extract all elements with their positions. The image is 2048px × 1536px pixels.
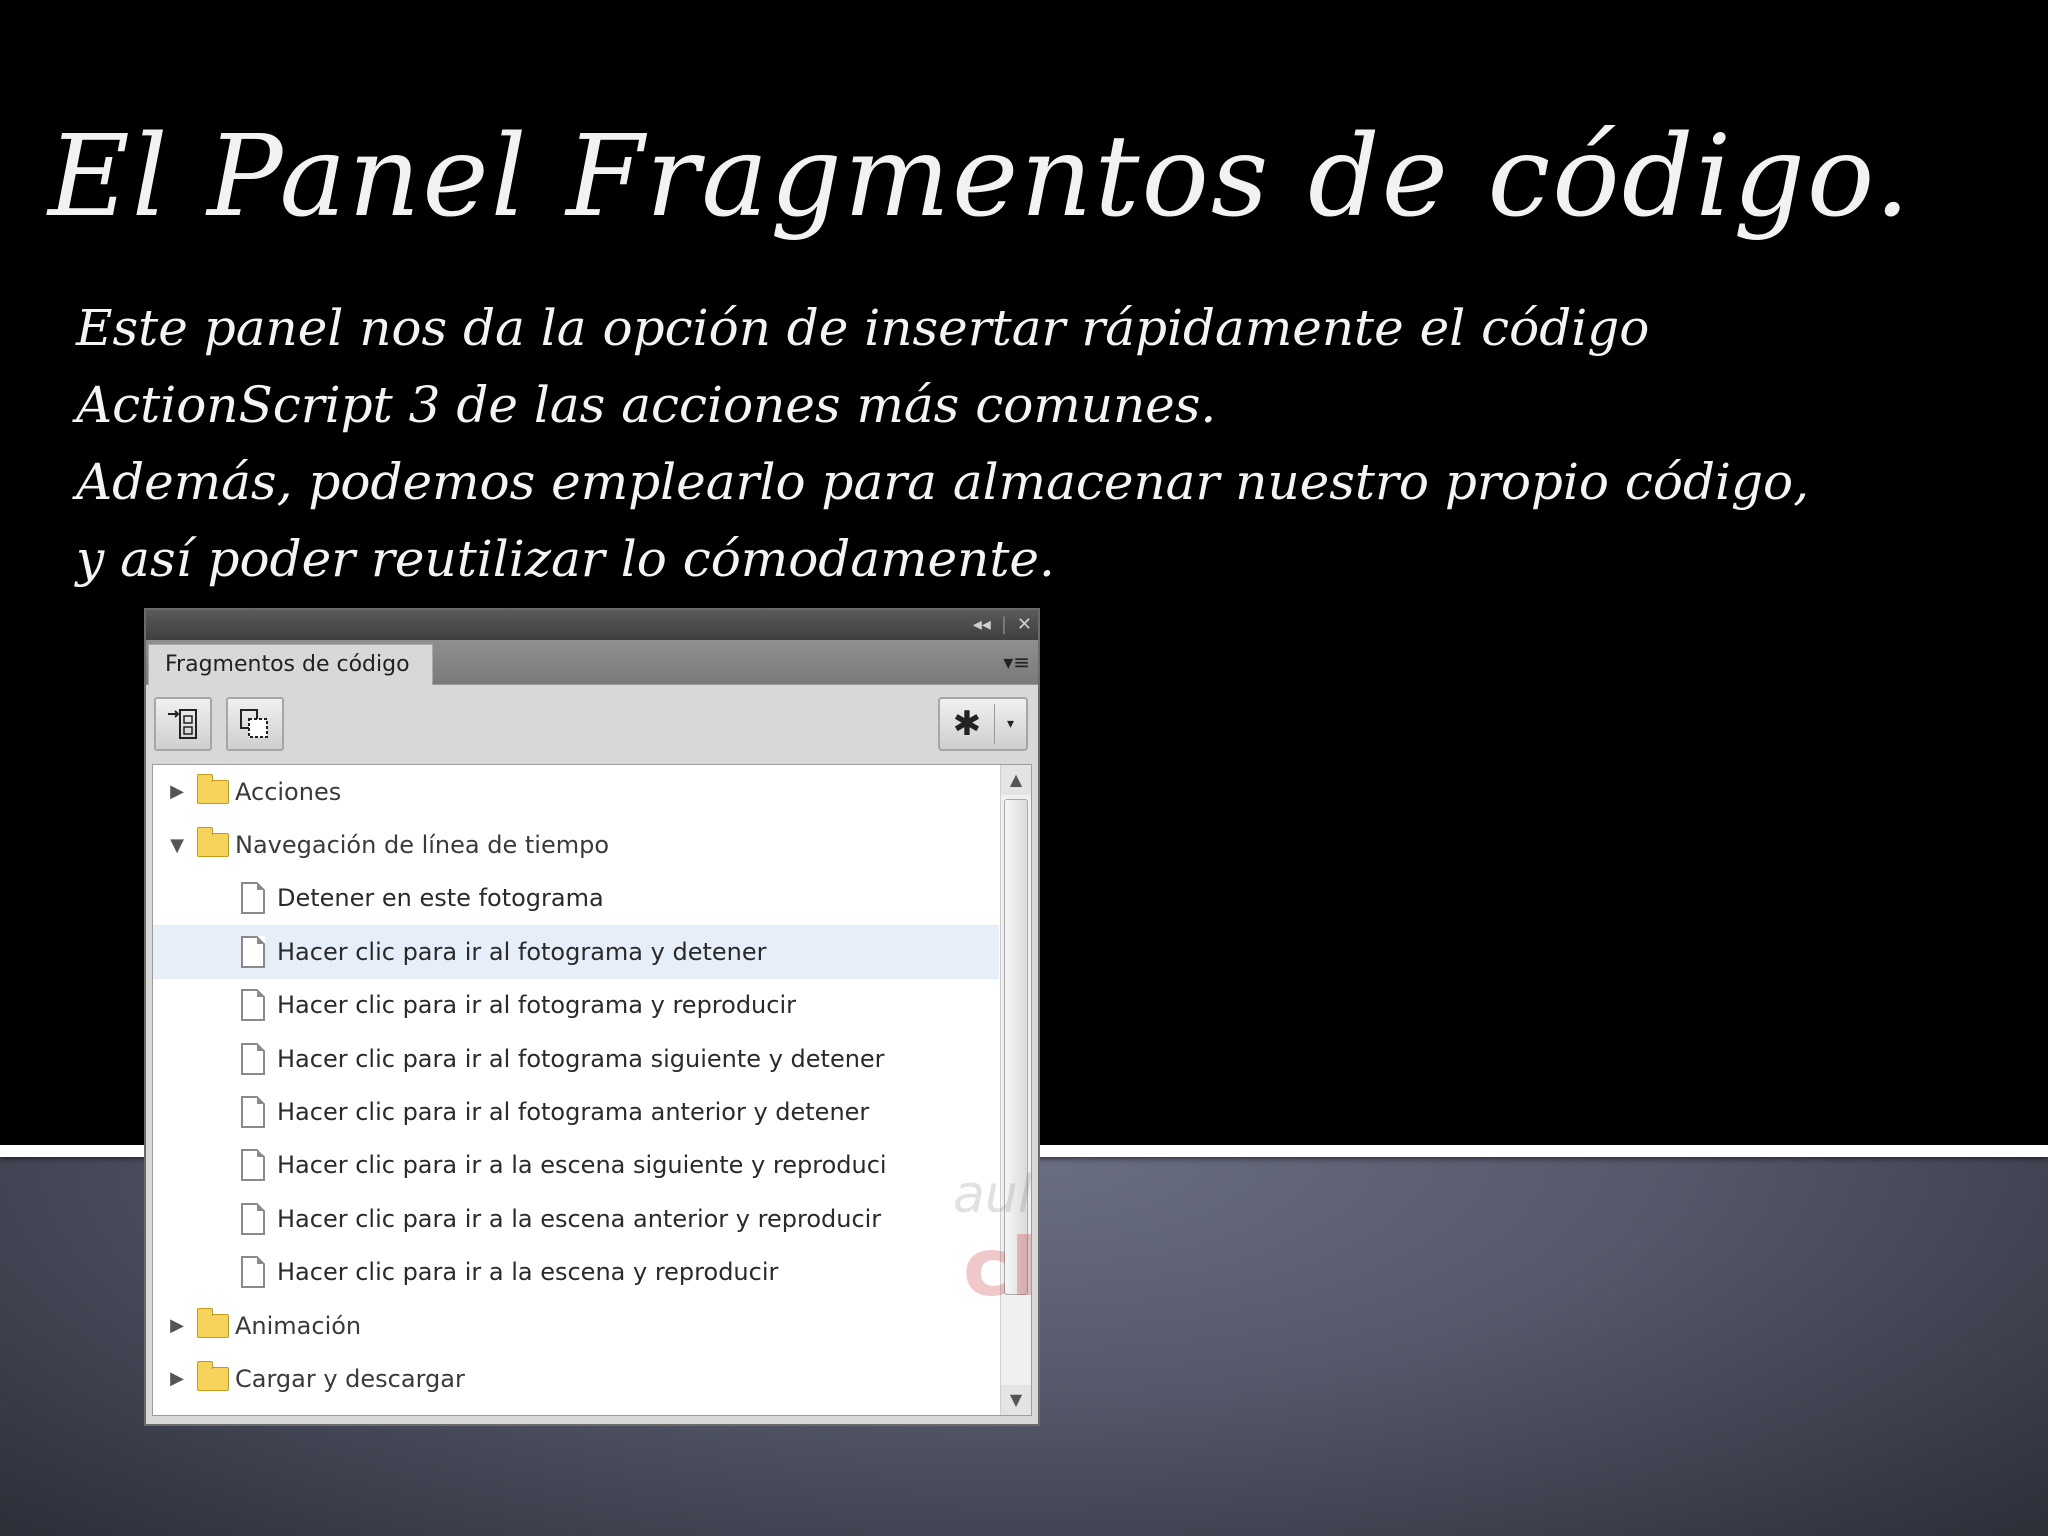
tab-code-snippets[interactable]: Fragmentos de código	[148, 644, 433, 685]
chevron-down-icon: ▾	[1007, 716, 1015, 732]
collapsed-arrow-icon[interactable]: ▶	[167, 781, 187, 802]
scroll-thumb[interactable]	[1004, 799, 1028, 1295]
tree-item-label: Navegación de línea de tiempo	[235, 831, 610, 860]
insert-snippet-icon	[168, 709, 197, 739]
document-icon	[241, 989, 265, 1022]
collapse-panel-icon[interactable]: ◂◂	[973, 614, 991, 635]
document-icon	[241, 1149, 265, 1182]
document-icon	[241, 882, 265, 915]
collapsed-arrow-icon[interactable]: ▶	[167, 1315, 187, 1336]
options-menu-button[interactable]: ✱ ▾	[938, 697, 1028, 751]
copy-to-clipboard-button[interactable]	[226, 697, 284, 751]
tree-item-label: Hacer clic para ir al fotograma siguient…	[277, 1044, 885, 1073]
tree-item-label: Hacer clic para ir al fotograma anterior…	[277, 1098, 870, 1127]
tree-item-label: Hacer clic para ir a la escena y reprodu…	[277, 1258, 779, 1287]
tree-item-label: Hacer clic para ir al fotograma y detene…	[277, 937, 767, 966]
folder-icon	[197, 773, 229, 804]
document-icon	[241, 1256, 265, 1289]
tree-folder-item[interactable]: ▼ Navegación de línea de tiempo	[153, 818, 999, 871]
panel-menu-icon[interactable]: ▾≡	[1003, 650, 1030, 674]
tree-snippet-item[interactable]: Hacer clic para ir al fotograma y detene…	[153, 925, 999, 979]
collapsed-arrow-icon[interactable]: ▶	[167, 1368, 187, 1389]
tree-item-label: Detener en este fotograma	[277, 884, 604, 913]
tree-item-label: Animación	[235, 1311, 362, 1340]
document-icon	[241, 935, 265, 968]
folder-icon	[197, 1307, 229, 1338]
snippet-tree-list: ▶ Acciones ▼ Navegación de línea de tiempo D…	[153, 765, 999, 1406]
slide-title: El Panel Fragmentos de código.	[48, 112, 1912, 242]
tree-snippet-item[interactable]: Detener en este fotograma	[153, 872, 999, 925]
tree-snippet-item[interactable]: Hacer clic para ir a la escena siguiente…	[153, 1139, 999, 1192]
tree-snippet-item[interactable]: Hacer clic para ir al fotograma y reprod…	[153, 979, 999, 1032]
tree-item-label: Acciones	[235, 777, 342, 806]
tree-snippet-item[interactable]: Hacer clic para ir a la escena anterior …	[153, 1192, 999, 1245]
panel-tab-row: Fragmentos de código ▾≡	[146, 640, 1038, 685]
code-snippets-panel: ◂◂ | ✕ Fragmentos de código ▾≡ ✱ ▾ ▶ Acc…	[144, 608, 1040, 1426]
close-panel-icon[interactable]: ✕	[1017, 614, 1032, 635]
expanded-arrow-icon[interactable]: ▼	[167, 835, 187, 856]
scroll-down-icon[interactable]: ▼	[1001, 1385, 1031, 1415]
document-icon	[241, 1202, 265, 1235]
slide-paragraph: Además, podemos emplearlo para almacenar…	[76, 453, 1810, 588]
tree-item-label: Hacer clic para ir al fotograma y reprod…	[277, 991, 796, 1020]
panel-toolbar: ✱ ▾	[146, 685, 1038, 763]
tree-snippet-item[interactable]: Hacer clic para ir a la escena y reprodu…	[153, 1246, 999, 1299]
scroll-up-icon[interactable]: ▲	[1001, 765, 1031, 795]
folder-icon	[197, 1360, 229, 1391]
gear-icon: ✱	[940, 704, 996, 744]
slide-paragraph: Este panel nos da la opción de insertar …	[76, 299, 1650, 434]
slide-body: Este panel nos da la opción de insertar …	[76, 290, 1836, 598]
add-to-current-frame-button[interactable]	[154, 697, 212, 751]
tree-folder-item[interactable]: ▶ Cargar y descargar	[153, 1352, 999, 1405]
tree-folder-item[interactable]: ▶ Acciones	[153, 765, 999, 818]
tree-snippet-item[interactable]: Hacer clic para ir al fotograma anterior…	[153, 1085, 999, 1138]
tree-item-label: Hacer clic para ir a la escena anterior …	[277, 1204, 882, 1233]
copy-icon	[240, 709, 268, 738]
tree-item-label: Hacer clic para ir a la escena siguiente…	[277, 1151, 887, 1180]
document-icon	[241, 1096, 265, 1129]
tree-folder-item[interactable]: ▶ Animación	[153, 1299, 999, 1352]
panel-title-bar: ◂◂ | ✕	[146, 610, 1038, 640]
vertical-scrollbar[interactable]: ▲ ▼	[1000, 765, 1031, 1415]
tree-snippet-item[interactable]: Hacer clic para ir al fotograma siguient…	[153, 1032, 999, 1085]
snippet-tree: ▶ Acciones ▼ Navegación de línea de tiempo D…	[152, 764, 1032, 1416]
document-icon	[241, 1042, 265, 1075]
tree-item-label: Cargar y descargar	[235, 1364, 465, 1393]
folder-icon	[197, 827, 229, 858]
